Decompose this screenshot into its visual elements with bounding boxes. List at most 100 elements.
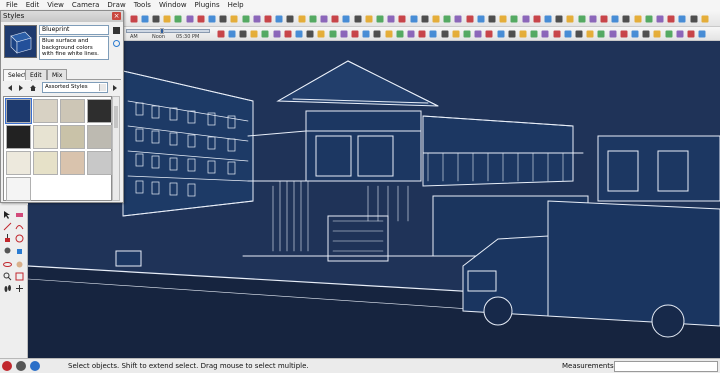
toolbar-button[interactable] bbox=[285, 13, 296, 24]
tab-mix[interactable]: Mix bbox=[47, 69, 68, 80]
toolbar-button[interactable] bbox=[428, 28, 439, 39]
walk-tool[interactable] bbox=[2, 283, 13, 293]
line-tool[interactable] bbox=[2, 221, 13, 231]
style-thumb-blueprint[interactable] bbox=[5, 98, 32, 124]
toolbar-button[interactable] bbox=[386, 13, 397, 24]
toolbar-button[interactable] bbox=[473, 28, 484, 39]
toolbar-button[interactable] bbox=[372, 28, 383, 39]
style-description-field[interactable]: Blue surface and background colors with … bbox=[39, 36, 109, 60]
toolbar-button[interactable] bbox=[697, 28, 708, 39]
toolbar-button[interactable] bbox=[173, 13, 184, 24]
toolbar-button[interactable] bbox=[652, 28, 663, 39]
toolbar-button[interactable] bbox=[439, 28, 450, 39]
toolbar-button[interactable] bbox=[699, 13, 710, 24]
toolbar-button[interactable] bbox=[305, 28, 316, 39]
toolbar-button[interactable] bbox=[417, 28, 428, 39]
back-arrow-icon[interactable] bbox=[5, 83, 14, 92]
menu-file[interactable]: File bbox=[2, 0, 22, 10]
home-icon[interactable] bbox=[28, 83, 37, 92]
toolbar-button[interactable] bbox=[405, 28, 416, 39]
style-thumb[interactable] bbox=[6, 177, 31, 201]
toolbar-button[interactable] bbox=[654, 13, 665, 24]
orbit-tool[interactable] bbox=[2, 259, 13, 269]
style-name-field[interactable]: Blueprint bbox=[39, 25, 109, 35]
toolbar-button[interactable] bbox=[338, 28, 349, 39]
create-style-icon[interactable] bbox=[111, 25, 121, 35]
style-thumb[interactable] bbox=[6, 151, 31, 175]
toolbar-button[interactable] bbox=[486, 13, 497, 24]
toolbar-button[interactable] bbox=[663, 28, 674, 39]
toolbar-button[interactable] bbox=[349, 28, 360, 39]
styles-scrollbar[interactable] bbox=[112, 96, 120, 201]
style-thumb[interactable] bbox=[60, 125, 85, 149]
toolbar-button[interactable] bbox=[551, 28, 562, 39]
toolbar-button[interactable] bbox=[554, 13, 565, 24]
toolbar-button[interactable] bbox=[330, 13, 341, 24]
toolbar-button[interactable] bbox=[484, 28, 495, 39]
push-pull-tool[interactable] bbox=[2, 233, 13, 243]
toolbar-button[interactable] bbox=[226, 28, 237, 39]
select-tool[interactable] bbox=[2, 209, 13, 219]
shadow-time-slider[interactable]: AM Noon 05:30 PM bbox=[126, 28, 210, 40]
toolbar-button[interactable] bbox=[450, 28, 461, 39]
toolbar-button[interactable] bbox=[307, 13, 318, 24]
toolbar-button[interactable] bbox=[341, 13, 352, 24]
toolbar-button[interactable] bbox=[598, 13, 609, 24]
toolbar-button[interactable] bbox=[666, 13, 677, 24]
toolbar-button[interactable] bbox=[506, 28, 517, 39]
section-plane-tool[interactable] bbox=[14, 283, 25, 293]
toolbar-button[interactable] bbox=[531, 13, 542, 24]
scrollbar-thumb[interactable] bbox=[114, 106, 118, 128]
menu-view[interactable]: View bbox=[43, 0, 68, 10]
close-button[interactable]: × bbox=[112, 12, 121, 20]
toolbar-button[interactable] bbox=[685, 28, 696, 39]
toolbar-button[interactable] bbox=[237, 28, 248, 39]
style-thumb[interactable] bbox=[6, 125, 31, 149]
style-collection-select[interactable]: Assorted Styles bbox=[42, 82, 108, 93]
menu-edit[interactable]: Edit bbox=[22, 0, 44, 10]
toolbar-button[interactable] bbox=[162, 13, 173, 24]
rotate-tool[interactable] bbox=[14, 233, 25, 243]
menu-plugins[interactable]: Plugins bbox=[191, 0, 224, 10]
toolbar-button[interactable] bbox=[587, 13, 598, 24]
toolbar-button[interactable] bbox=[139, 13, 150, 24]
toolbar-button[interactable] bbox=[677, 13, 688, 24]
details-arrow-icon[interactable] bbox=[110, 83, 119, 92]
style-thumb[interactable] bbox=[60, 99, 85, 123]
toolbar-button[interactable] bbox=[576, 13, 587, 24]
erase-tool[interactable] bbox=[14, 209, 25, 219]
toolbar-button[interactable] bbox=[596, 28, 607, 39]
toolbar-button[interactable] bbox=[629, 28, 640, 39]
toolbar-button[interactable] bbox=[274, 13, 285, 24]
toolbar-button[interactable] bbox=[316, 28, 327, 39]
zoom-extents-tool[interactable] bbox=[14, 271, 25, 281]
style-thumb[interactable] bbox=[87, 125, 112, 149]
paint-bucket-tool[interactable] bbox=[14, 245, 25, 255]
toolbar-button[interactable] bbox=[184, 13, 195, 24]
credits-icon[interactable] bbox=[16, 361, 26, 371]
toolbar-button[interactable] bbox=[218, 13, 229, 24]
toolbar-button[interactable] bbox=[475, 13, 486, 24]
toolbar-button[interactable] bbox=[618, 28, 629, 39]
toolbar-button[interactable] bbox=[293, 28, 304, 39]
toolbar-button[interactable] bbox=[397, 13, 408, 24]
style-thumb[interactable] bbox=[33, 125, 58, 149]
toolbar-button[interactable] bbox=[271, 28, 282, 39]
update-style-icon[interactable] bbox=[111, 38, 121, 48]
toolbar-button[interactable] bbox=[327, 28, 338, 39]
toolbar-button[interactable] bbox=[585, 28, 596, 39]
toolbar-button[interactable] bbox=[195, 13, 206, 24]
arc-tool[interactable] bbox=[14, 221, 25, 231]
style-thumb[interactable] bbox=[33, 151, 58, 175]
tape-measure-tool[interactable] bbox=[2, 245, 13, 255]
measurements-input[interactable] bbox=[614, 361, 718, 372]
toolbar-button[interactable] bbox=[509, 13, 520, 24]
toolbar-button[interactable] bbox=[498, 13, 509, 24]
toolbar-button[interactable] bbox=[374, 13, 385, 24]
toolbar-button[interactable] bbox=[318, 13, 329, 24]
zoom-tool[interactable] bbox=[2, 271, 13, 281]
toolbar-button[interactable] bbox=[215, 28, 226, 39]
toolbar-button[interactable] bbox=[430, 13, 441, 24]
toolbar-button[interactable] bbox=[240, 13, 251, 24]
toolbar-button[interactable] bbox=[540, 28, 551, 39]
